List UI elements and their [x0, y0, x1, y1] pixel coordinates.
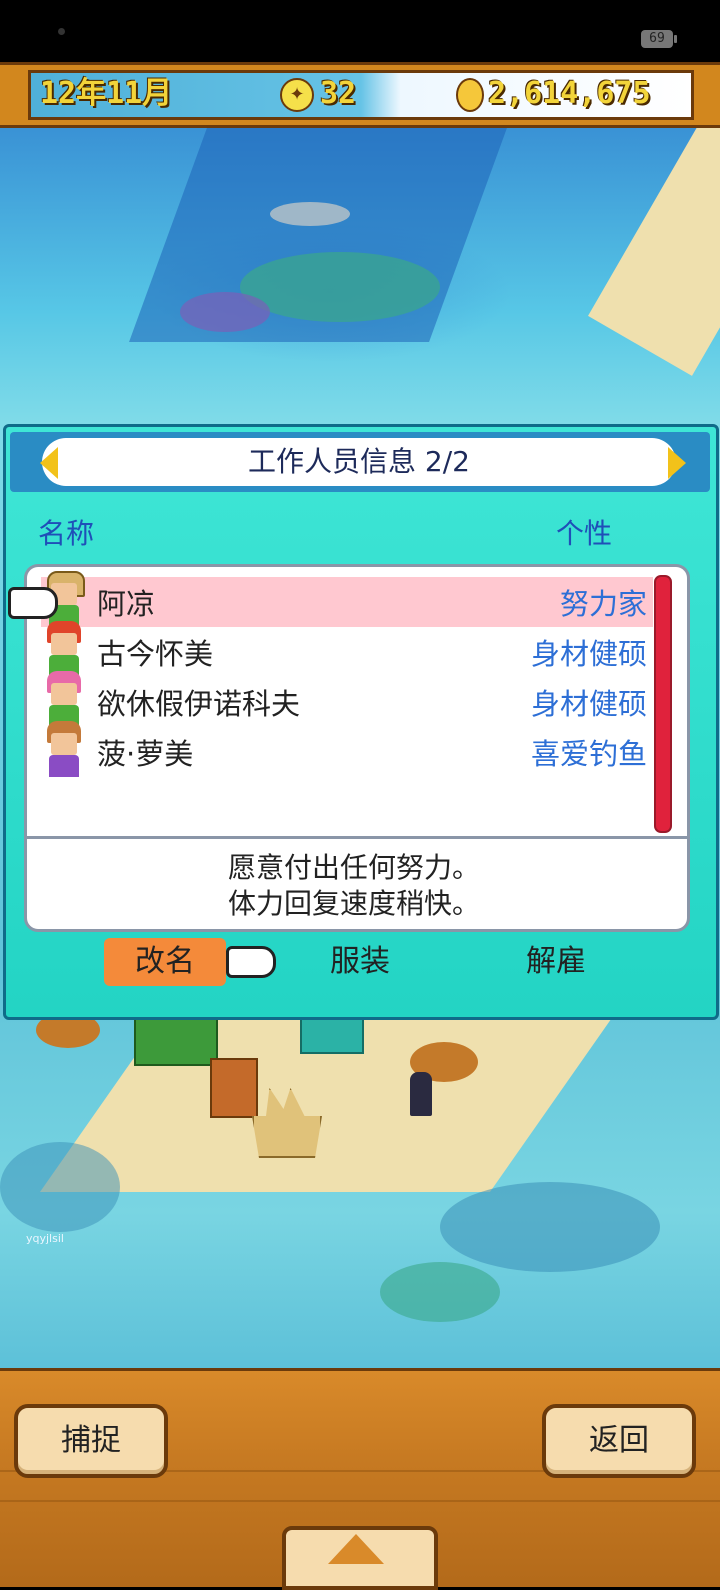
bench-table: [210, 1058, 258, 1118]
rename-button[interactable]: 改名: [104, 938, 226, 986]
staff-name: 欲休假伊诺科夫: [97, 687, 301, 721]
staff-trait: 喜爱钓鱼: [530, 737, 647, 771]
staff-trait: 身材健硕: [530, 637, 647, 671]
staff-row[interactable]: 菠·萝美 喜爱钓鱼: [41, 721, 653, 777]
staff-avatar: [43, 721, 83, 779]
trait-description-line2: 体力回复速度稍快。: [227, 887, 480, 920]
lightbulb-icon: ✦: [280, 78, 314, 112]
staff-name: 菠·萝美: [97, 737, 194, 771]
fire-button[interactable]: 解雇: [486, 938, 626, 986]
pointing-hand-icon: [226, 946, 276, 978]
seal-sprite: [270, 202, 350, 226]
beach-sand-top: [588, 108, 720, 376]
game-date: 12年11月: [40, 76, 173, 111]
staff-name: 古今怀美: [97, 637, 214, 671]
seaweed-patch-bottom: [380, 1262, 500, 1322]
staff-trait: 努力家: [559, 587, 647, 621]
wood-grain: [0, 1500, 720, 1502]
capture-button[interactable]: 捕捉: [14, 1404, 168, 1478]
list-scrollbar[interactable]: [654, 575, 672, 833]
staff-row[interactable]: 阿凉 努力家: [41, 571, 653, 627]
arrow-right-icon[interactable]: [668, 447, 686, 479]
pointing-hand-icon: [8, 587, 58, 619]
staff-row[interactable]: 古今怀美 身材健硕: [41, 621, 653, 677]
trait-description-line1: 愿意付出任何努力。: [227, 851, 480, 884]
battery-indicator: 69: [641, 30, 677, 48]
staff-trait: 身材健硕: [530, 687, 647, 721]
staff-row[interactable]: 欲休假伊诺科夫 身材健硕: [41, 671, 653, 727]
coral-patch: [180, 292, 270, 332]
up-arrow-icon: [328, 1534, 384, 1564]
beach-hut: [134, 1012, 218, 1066]
panel-title: 工作人员信息 2/2: [248, 445, 470, 478]
idea-points: 32: [320, 76, 357, 111]
money-amount: 2,614,675: [488, 76, 651, 111]
coin-icon: [456, 78, 484, 112]
arrow-left-icon[interactable]: [40, 447, 58, 479]
staff-name: 阿凉: [97, 587, 156, 621]
reef-patch: [440, 1182, 660, 1272]
reef-patch-left: [0, 1142, 120, 1232]
column-header-name: 名称: [38, 517, 95, 550]
outfit-button[interactable]: 服装: [290, 938, 430, 986]
staff-list: 阿凉 努力家 古今怀美 身材健硕 欲休假伊诺科夫 身材健硕 菠·萝美 喜爱钓鱼: [24, 564, 690, 839]
column-header-trait: 个性: [556, 517, 613, 550]
seaweed-patch: [240, 252, 440, 322]
watermark-text: yqyjlsil: [26, 1232, 64, 1245]
visitor-sprite: [410, 1072, 432, 1116]
camera-dot: [58, 28, 65, 35]
back-button[interactable]: 返回: [542, 1404, 696, 1478]
system-status-bar: [0, 0, 720, 62]
